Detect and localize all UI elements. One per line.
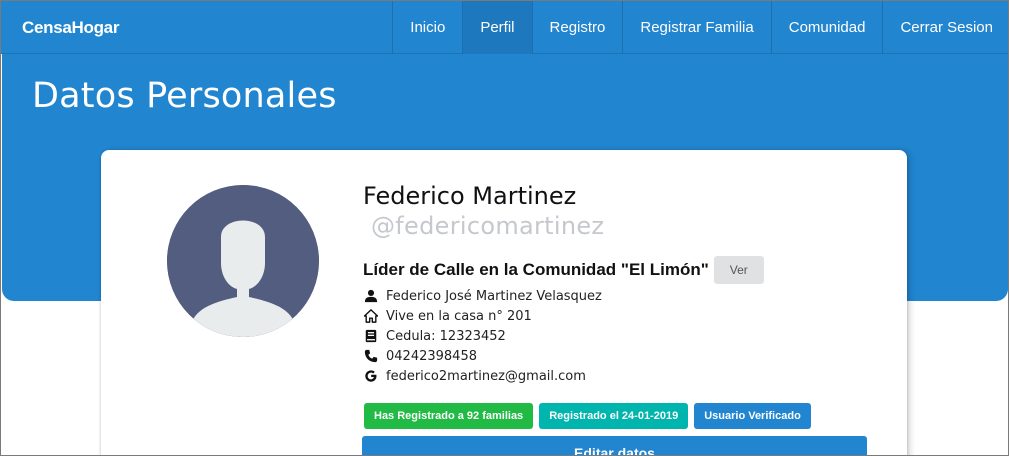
nav-item-cerrar-sesion[interactable]: Cerrar Sesion bbox=[882, 1, 1008, 54]
nav-item-registro[interactable]: Registro bbox=[531, 1, 623, 54]
profile-details: Federico José Martinez Velasquez Vive en… bbox=[363, 286, 602, 386]
avatar bbox=[167, 185, 319, 337]
detail-cedula: Cedula: 12323452 bbox=[363, 326, 602, 346]
families-registered-badge: Has Registrado a 92 familias bbox=[364, 403, 534, 429]
detail-phone: 04242398458 bbox=[363, 346, 602, 366]
ver-button[interactable]: Ver bbox=[713, 256, 764, 284]
nav-item-perfil[interactable]: Perfil bbox=[462, 1, 532, 54]
detail-full-name: Federico José Martinez Velasquez bbox=[363, 286, 602, 306]
default-user-avatar-icon bbox=[167, 185, 319, 337]
detail-house: Vive en la casa n° 201 bbox=[363, 306, 602, 326]
nav-item-registrar-familia[interactable]: Registrar Familia bbox=[622, 1, 770, 54]
nav-item-comunidad[interactable]: Comunidad bbox=[770, 1, 883, 54]
google-icon bbox=[363, 369, 378, 384]
home-icon bbox=[363, 309, 378, 324]
page-title: Datos Personales bbox=[32, 76, 337, 116]
navbar: CensaHogar Inicio Perfil Registro Regist… bbox=[1, 1, 1008, 54]
page: CensaHogar Inicio Perfil Registro Regist… bbox=[0, 0, 1009, 456]
id-card-icon bbox=[363, 329, 378, 344]
detail-text: 04242398458 bbox=[386, 348, 477, 364]
registration-date-badge: Registrado el 24-01-2019 bbox=[539, 403, 689, 429]
user-icon bbox=[363, 289, 378, 304]
profile-role: Líder de Calle en la Comunidad "El Limón… bbox=[363, 260, 709, 279]
profile-name: Federico Martinez bbox=[363, 182, 577, 210]
profile-card: Federico Martinez @federicomartinez Líde… bbox=[101, 150, 907, 455]
verified-user-badge: Usuario Verificado bbox=[694, 403, 811, 429]
edit-data-button[interactable]: Editar datos bbox=[362, 436, 867, 455]
detail-text: federico2martinez@gmail.com bbox=[386, 368, 586, 384]
nav-menu: Inicio Perfil Registro Registrar Familia… bbox=[392, 1, 1008, 54]
nav-item-inicio[interactable]: Inicio bbox=[392, 1, 462, 54]
brand-logo[interactable]: CensaHogar bbox=[22, 1, 119, 54]
detail-email: federico2martinez@gmail.com bbox=[363, 366, 602, 386]
profile-username: @federicomartinez bbox=[371, 212, 605, 240]
phone-icon bbox=[363, 349, 378, 364]
role-row: Líder de Calle en la Comunidad "El Limón… bbox=[363, 256, 764, 284]
badges: Has Registrado a 92 familias Registrado … bbox=[364, 403, 811, 429]
detail-text: Cedula: 12323452 bbox=[386, 328, 506, 344]
detail-text: Federico José Martinez Velasquez bbox=[386, 288, 602, 304]
detail-text: Vive en la casa n° 201 bbox=[386, 308, 532, 324]
